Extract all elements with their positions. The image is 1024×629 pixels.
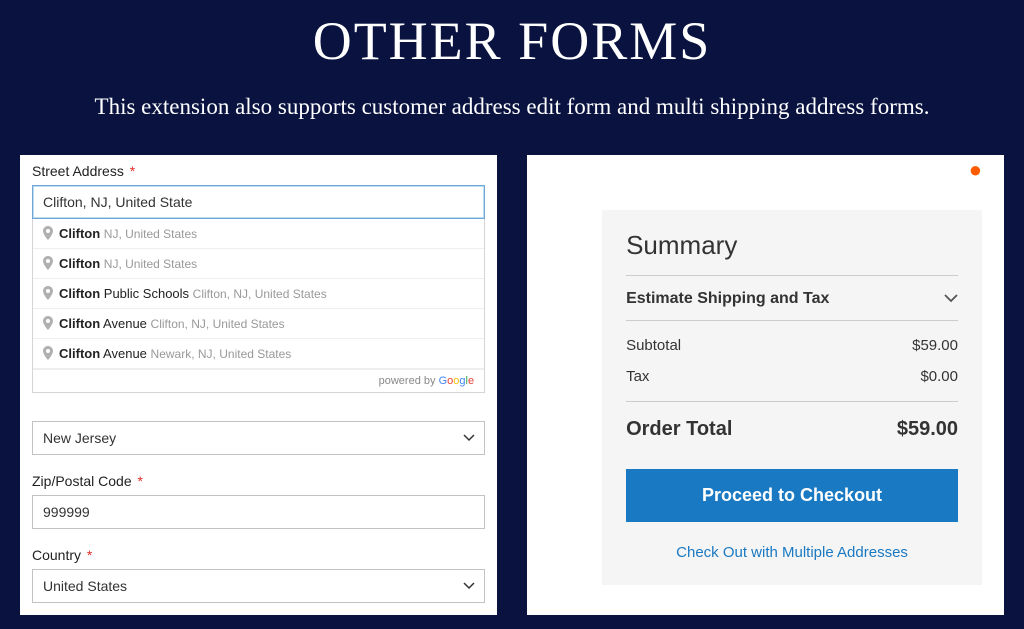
- checkout-multiple-addresses-link[interactable]: Check Out with Multiple Addresses: [626, 544, 958, 561]
- map-pin-icon: [43, 346, 53, 360]
- panels-row: Street Address * Clifton NJ, United Stat…: [0, 125, 1024, 615]
- country-label-text: Country: [32, 547, 81, 563]
- state-select[interactable]: [32, 421, 485, 455]
- state-field: [32, 421, 485, 455]
- subtotal-row: Subtotal $59.00: [626, 327, 958, 358]
- map-pin-icon: [43, 226, 53, 240]
- summary-panel: ● Summary Estimate Shipping and Tax Subt…: [527, 155, 1004, 615]
- order-total-row: Order Total $59.00: [626, 402, 958, 447]
- required-mark: *: [130, 163, 135, 179]
- page-header: OTHER FORMS This extension also supports…: [0, 0, 1024, 125]
- totals-block: Subtotal $59.00 Tax $0.00: [626, 321, 958, 402]
- page-subtitle: This extension also supports customer ad…: [52, 90, 972, 125]
- country-select[interactable]: [32, 569, 485, 603]
- map-pin-icon: [43, 256, 53, 270]
- order-total-value: $59.00: [897, 418, 958, 441]
- autocomplete-suggestion[interactable]: Clifton NJ, United States: [33, 219, 484, 249]
- street-input-wrap: Clifton NJ, United StatesClifton NJ, Uni…: [32, 185, 485, 219]
- required-mark: *: [87, 547, 92, 563]
- street-field: Street Address * Clifton NJ, United Stat…: [32, 163, 485, 219]
- street-label: Street Address *: [32, 163, 485, 179]
- address-form-panel: Street Address * Clifton NJ, United Stat…: [20, 155, 497, 615]
- summary-title: Summary: [626, 230, 958, 276]
- page-title: OTHER FORMS: [0, 10, 1024, 72]
- summary-box: Summary Estimate Shipping and Tax Subtot…: [602, 210, 982, 585]
- country-field: Country *: [32, 547, 485, 603]
- autocomplete-suggestion[interactable]: Clifton Avenue Newark, NJ, United States: [33, 339, 484, 369]
- powered-by-google: powered by Google: [33, 369, 484, 392]
- suggestion-text: Clifton Avenue Newark, NJ, United States: [59, 346, 291, 361]
- autocomplete-dropdown: Clifton NJ, United States Clifton NJ, Uni…: [32, 219, 485, 393]
- autocomplete-suggestion[interactable]: Clifton Public Schools Clifton, NJ, Unit…: [33, 279, 484, 309]
- proceed-to-checkout-button[interactable]: Proceed to Checkout: [626, 469, 958, 522]
- tax-row: Tax $0.00: [626, 358, 958, 389]
- order-total-label: Order Total: [626, 418, 732, 441]
- tax-label: Tax: [626, 368, 649, 385]
- country-label: Country *: [32, 547, 485, 563]
- suggestion-text: Clifton Avenue Clifton, NJ, United State…: [59, 316, 285, 331]
- corner-indicator-icon: ●: [969, 157, 982, 183]
- subtotal-value: $59.00: [912, 337, 958, 354]
- estimate-shipping-toggle[interactable]: Estimate Shipping and Tax: [626, 276, 958, 321]
- subtotal-label: Subtotal: [626, 337, 681, 354]
- map-pin-icon: [43, 286, 53, 300]
- suggestion-text: Clifton Public Schools Clifton, NJ, Unit…: [59, 286, 327, 301]
- estimate-label: Estimate Shipping and Tax: [626, 290, 829, 308]
- suggestion-text: Clifton NJ, United States: [59, 226, 197, 241]
- map-pin-icon: [43, 316, 53, 330]
- chevron-down-icon: [944, 290, 958, 308]
- zip-label-text: Zip/Postal Code: [32, 473, 132, 489]
- zip-input[interactable]: [32, 495, 485, 529]
- zip-field: Zip/Postal Code *: [32, 473, 485, 529]
- required-mark: *: [138, 473, 143, 489]
- autocomplete-suggestion[interactable]: Clifton Avenue Clifton, NJ, United State…: [33, 309, 484, 339]
- street-input[interactable]: [32, 185, 485, 219]
- zip-label: Zip/Postal Code *: [32, 473, 485, 489]
- suggestion-text: Clifton NJ, United States: [59, 256, 197, 271]
- tax-value: $0.00: [920, 368, 958, 385]
- street-label-text: Street Address: [32, 163, 124, 179]
- autocomplete-suggestion[interactable]: Clifton NJ, United States: [33, 249, 484, 279]
